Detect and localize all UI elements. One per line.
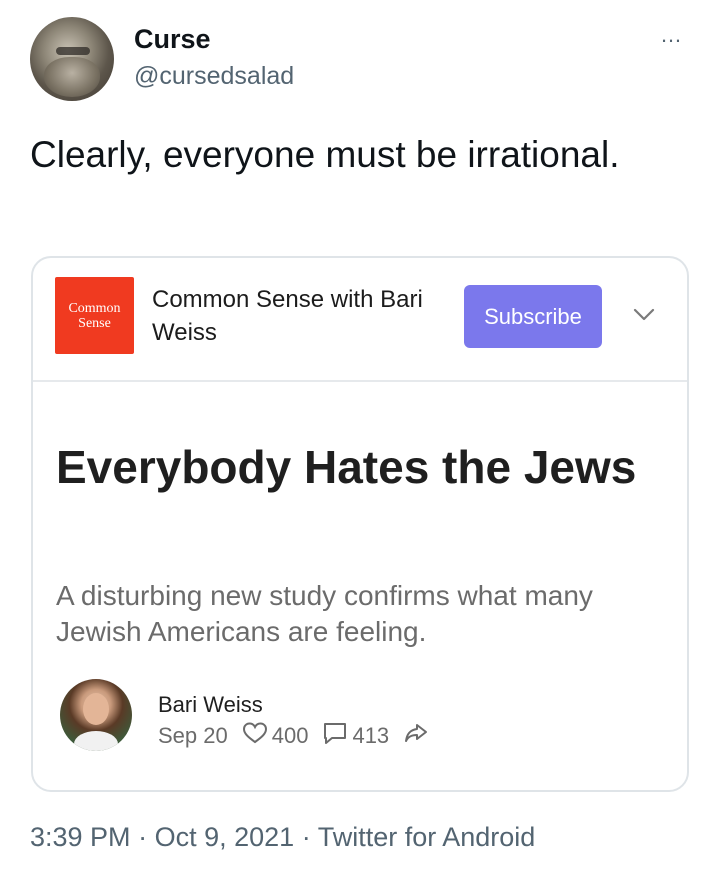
tweet-date[interactable]: Oct 9, 2021	[155, 822, 295, 852]
post-author-avatar	[60, 679, 132, 751]
author-display-name[interactable]: Curse	[134, 24, 211, 55]
tweet-time[interactable]: 3:39 PM	[30, 822, 131, 852]
avatar-shirt	[74, 731, 118, 751]
chevron-down-icon[interactable]	[632, 302, 656, 326]
avatar-eyes	[56, 47, 90, 55]
tweet-source[interactable]: Twitter for Android	[318, 822, 536, 852]
publication-name[interactable]: Common Sense with Bari Weiss	[152, 283, 452, 349]
likes-count: 400	[271, 723, 309, 748]
separator-dot: ·	[138, 822, 148, 852]
card-divider	[33, 380, 687, 382]
logo-line-2: Sense	[78, 315, 111, 331]
post-date: Sep 20	[158, 723, 228, 748]
avatar-beard	[44, 57, 100, 97]
comments-count: 413	[352, 723, 390, 748]
post-meta: Sep 20 400 413	[158, 721, 433, 751]
logo-line-1: Common	[68, 300, 121, 316]
post-author-name: Bari Weiss	[158, 692, 263, 717]
post-headline[interactable]: Everybody Hates the Jews	[56, 435, 656, 499]
more-options-icon[interactable]: …	[660, 22, 683, 48]
comment-icon[interactable]	[322, 721, 352, 751]
share-icon[interactable]	[403, 721, 433, 751]
tweet-timestamp[interactable]: 3:39 PM · Oct 9, 2021 · Twitter for Andr…	[30, 822, 535, 853]
tweet-text: Clearly, everyone must be irrational.	[30, 134, 620, 175]
publication-logo: Common Sense	[55, 277, 134, 354]
author-avatar[interactable]	[30, 17, 114, 101]
subscribe-button[interactable]: Subscribe	[464, 285, 602, 348]
avatar-face	[83, 693, 109, 725]
author-handle[interactable]: @cursedsalad	[134, 62, 294, 91]
post-subtitle: A disturbing new study confirms what man…	[56, 580, 593, 647]
heart-icon[interactable]	[242, 721, 272, 751]
separator-dot: ·	[301, 822, 311, 852]
